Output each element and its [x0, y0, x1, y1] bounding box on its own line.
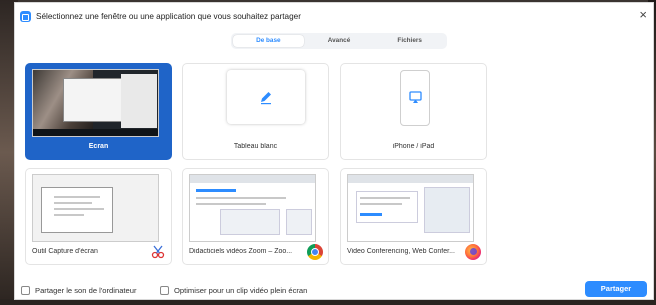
source-label: Tableau blanc [233, 143, 278, 150]
source-card-firefox-window[interactable]: Video Conferencing, Web Confer... [340, 168, 487, 265]
tab-basic[interactable]: De base [233, 35, 304, 47]
tab-files[interactable]: Fichiers [374, 35, 445, 47]
source-card-snipping-tool[interactable]: Outil Capture d'écran [25, 168, 172, 265]
snipping-tool-icon [151, 245, 165, 259]
tab-advanced[interactable]: Avancé [304, 35, 375, 47]
checkbox-box[interactable] [21, 286, 30, 295]
source-card-iphone-ipad[interactable]: iPhone / iPad [340, 63, 487, 160]
dialog-title: Sélectionnez une fenêtre ou une applicat… [36, 12, 301, 21]
pencil-icon [261, 92, 271, 105]
optimize-video-label: Optimiser pour un clip vidéo plein écran [174, 286, 308, 295]
chrome-window-thumbnail [189, 174, 316, 242]
share-button[interactable]: Partager [585, 281, 647, 297]
share-sound-checkbox[interactable]: Partager le son de l'ordinateur [21, 286, 137, 295]
whiteboard-thumbnail [227, 70, 305, 124]
phone-thumbnail [400, 70, 430, 126]
tab-bar: De base Avancé Fichiers [231, 33, 447, 49]
title-bar: Sélectionnez une fenêtre ou une applicat… [15, 3, 653, 29]
snipping-tool-thumbnail [32, 174, 159, 242]
checkbox-box[interactable] [160, 286, 169, 295]
chrome-icon [307, 244, 323, 260]
source-label: Outil Capture d'écran [32, 248, 98, 255]
airplay-icon [409, 91, 422, 103]
source-label: iPhone / iPad [392, 143, 435, 150]
source-label: Écran [88, 143, 109, 150]
firefox-window-thumbnail [347, 174, 474, 242]
source-label: Video Conferencing, Web Confer... [347, 248, 455, 255]
close-icon[interactable]: × [639, 8, 647, 22]
source-card-screen[interactable]: Écran [25, 63, 172, 160]
share-sound-label: Partager le son de l'ordinateur [35, 286, 137, 295]
source-label: Didacticiels vidéos Zoom – Zoo... [189, 248, 293, 255]
source-card-whiteboard[interactable]: Tableau blanc [182, 63, 329, 160]
firefox-icon [465, 244, 481, 260]
optimize-video-checkbox[interactable]: Optimiser pour un clip vidéo plein écran [160, 286, 307, 295]
screen-thumbnail [32, 69, 159, 137]
share-dialog: Sélectionnez une fenêtre ou une applicat… [14, 2, 654, 300]
zoom-app-icon [20, 11, 31, 22]
source-card-chrome-window[interactable]: Didacticiels vidéos Zoom – Zoo... [182, 168, 329, 265]
